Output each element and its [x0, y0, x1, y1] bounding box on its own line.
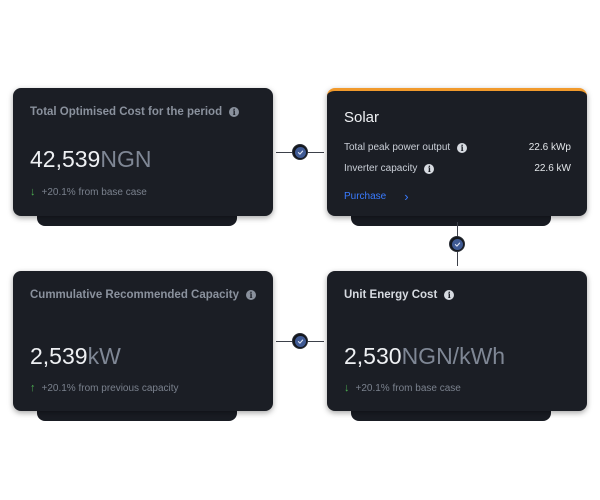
unit-cost-delta: ↓ +20.1% from base case [344, 382, 461, 394]
chevron-right-icon[interactable]: › [404, 189, 408, 204]
capacity-title-text: Cummulative Recommended Capacity [30, 289, 239, 301]
inverter-label: Inverter capacity [344, 163, 418, 174]
cost-card-wrap: Total Optimised Cost for the period i 42… [13, 88, 273, 226]
peak-value: 22.6 kWp [528, 142, 571, 153]
cost-title-text: Total Optimised Cost for the period [30, 106, 223, 118]
cost-card-title: Total Optimised Cost for the period i [30, 106, 240, 118]
check-node-icon[interactable] [292, 333, 308, 349]
check-node-icon[interactable] [292, 144, 308, 160]
capacity-delta: ↑ +20.1% from previous capacity [30, 382, 179, 394]
arrow-down-icon: ↓ [30, 186, 36, 198]
unit-cost-title-text: Unit Energy Cost [344, 289, 438, 301]
info-icon[interactable]: i [444, 290, 455, 300]
unit-cost-delta-text: +20.1% from base case [355, 382, 461, 394]
inverter-value: 22.6 kW [534, 163, 571, 174]
info-icon[interactable]: i [457, 142, 468, 153]
check-icon [294, 146, 306, 158]
unit-cost-card[interactable]: Unit Energy Cost i 2,530NGN/kWh ↓ +20.1%… [327, 271, 587, 411]
check-node-icon[interactable] [449, 236, 465, 252]
cost-value: 42,539NGN [30, 146, 151, 173]
unit-cost-value: 2,530NGN/kWh [344, 343, 505, 370]
unit-cost-card-wrap: Unit Energy Cost i 2,530NGN/kWh ↓ +20.1%… [327, 271, 587, 421]
capacity-card[interactable]: Cummulative Recommended Capacity i 2,539… [13, 271, 273, 411]
unit-cost-unit: NGN/kWh [401, 343, 506, 369]
capacity-value: 2,539kW [30, 343, 121, 370]
peak-label: Total peak power output [344, 142, 451, 153]
arrow-up-icon: ↑ [30, 382, 36, 394]
check-icon [451, 238, 463, 250]
solar-title: Solar [344, 109, 380, 126]
capacity-unit: kW [87, 343, 121, 369]
capacity-card-wrap: Cummulative Recommended Capacity i 2,539… [13, 271, 273, 421]
cost-card[interactable]: Total Optimised Cost for the period i 42… [13, 88, 273, 216]
solar-card-wrap: Solar Total peak power output i 22.6 kWp… [327, 88, 587, 226]
solar-row-inverter: Inverter capacity i 22.6 kW [344, 163, 571, 174]
purchase-link[interactable]: Purchase › [344, 189, 409, 204]
cost-number: 42,539 [30, 146, 101, 172]
cost-delta-text: +20.1% from base case [41, 186, 147, 198]
arrow-down-icon: ↓ [344, 382, 350, 394]
solar-row-peak: Total peak power output i 22.6 kWp [344, 142, 571, 153]
cost-unit: NGN [100, 146, 152, 172]
unit-cost-number: 2,530 [344, 343, 402, 369]
capacity-number: 2,539 [30, 343, 88, 369]
solar-card[interactable]: Solar Total peak power output i 22.6 kWp… [327, 88, 587, 216]
capacity-delta-text: +20.1% from previous capacity [41, 382, 179, 394]
info-icon[interactable]: i [424, 163, 435, 174]
unit-cost-card-title: Unit Energy Cost i [344, 289, 455, 301]
purchase-label[interactable]: Purchase [344, 191, 386, 202]
cost-delta: ↓ +20.1% from base case [30, 186, 147, 198]
info-icon[interactable]: i [229, 107, 240, 117]
capacity-card-title: Cummulative Recommended Capacity i [30, 289, 256, 301]
info-icon[interactable]: i [245, 290, 256, 300]
check-icon [294, 335, 306, 347]
